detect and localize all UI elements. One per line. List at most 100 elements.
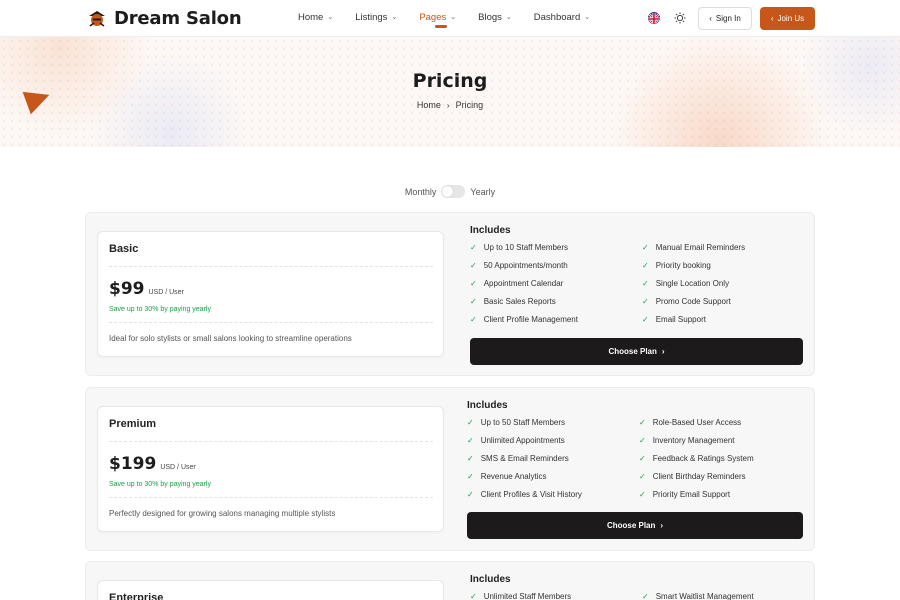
divider xyxy=(109,266,433,267)
switch-knob xyxy=(442,186,454,197)
nav-item-listings[interactable]: Listings ⌄ xyxy=(355,0,397,34)
main-nav: Home ⌄ Listings ⌄ Pages ⌄ Blogs ⌄ Dashboard ⌄ xyxy=(298,0,612,34)
plan-price: $199 xyxy=(109,454,157,474)
feature-label: Manual Email Reminders xyxy=(655,243,746,252)
check-icon: ✓ xyxy=(642,592,649,600)
plan-description: Ideal for solo stylists or small salons … xyxy=(109,334,352,343)
nav-item-home[interactable]: Home ⌄ xyxy=(298,0,333,34)
feature-item: ✓ Unlimited Staff Members xyxy=(470,592,571,600)
save-note: Save up to 30% by paying yearly xyxy=(109,306,211,313)
plan-price: $99 xyxy=(109,279,145,299)
check-icon: ✓ xyxy=(642,261,649,270)
feature-item: ✓ Basic Sales Reports xyxy=(470,297,556,306)
plan-basic: Basic $99 USD / User Save up to 30% by p… xyxy=(85,212,815,376)
nav-label: Blogs xyxy=(478,11,502,23)
feature-label: Role-Based User Access xyxy=(652,418,742,427)
nav-item-dashboard[interactable]: Dashboard ⌄ xyxy=(534,0,590,34)
salon-logo-icon xyxy=(86,7,108,29)
plan-premium: Premium $199 USD / User Save up to 30% b… xyxy=(85,387,815,551)
check-icon: ✓ xyxy=(642,279,649,288)
feature-label: Client Profiles & Visit History xyxy=(480,490,582,499)
billing-switch[interactable] xyxy=(441,185,466,198)
plan-enterprise: Enterprise Includes ✓ Unlimited Staff Mem… xyxy=(85,561,815,600)
sun-icon[interactable] xyxy=(673,11,687,25)
brand-name: Dream Salon xyxy=(114,7,242,29)
plan-card: Basic $99 USD / User Save up to 30% by p… xyxy=(97,231,444,357)
chevron-right-icon: › xyxy=(661,347,665,356)
feature-item: ✓ SMS & Email Reminders xyxy=(467,454,569,463)
price-unit: USD / User xyxy=(160,464,196,471)
breadcrumb: Home › Pricing xyxy=(0,100,900,110)
feature-label: Up to 50 Staff Members xyxy=(480,418,566,427)
plan-name: Basic xyxy=(109,243,139,255)
check-icon: ✓ xyxy=(470,297,477,306)
monthly-label[interactable]: Monthly xyxy=(405,187,437,197)
check-icon: ✓ xyxy=(470,279,477,288)
check-icon: ✓ xyxy=(639,490,646,499)
sign-in-button[interactable]: ‹ Sign In xyxy=(698,7,752,30)
divider xyxy=(109,441,433,442)
uk-flag-icon[interactable] xyxy=(648,12,660,24)
feature-item: ✓ Priority Email Support xyxy=(639,490,730,499)
join-us-button[interactable]: ‹ Join Us xyxy=(760,7,815,30)
feature-item: ✓ Up to 10 Staff Members xyxy=(470,243,568,252)
chevron-down-icon: ⌄ xyxy=(584,14,591,21)
check-icon: ✓ xyxy=(639,418,646,427)
price-row: $99 USD / User xyxy=(109,279,184,299)
check-icon: ✓ xyxy=(470,243,477,252)
feature-label: Email Support xyxy=(655,315,706,324)
feature-label: Smart Waitlist Management xyxy=(655,592,754,600)
billing-toggle: Monthly Yearly xyxy=(0,185,900,198)
plan-name: Enterprise xyxy=(109,592,164,600)
feature-label: Basic Sales Reports xyxy=(483,297,556,306)
chevron-right-icon: › xyxy=(660,521,664,530)
nav-item-pages[interactable]: Pages ⌄ xyxy=(419,0,456,34)
check-icon: ✓ xyxy=(470,261,477,270)
page-banner: Pricing Home › Pricing xyxy=(0,37,900,147)
feature-label: Unlimited Staff Members xyxy=(483,592,572,600)
feature-label: Promo Code Support xyxy=(655,297,731,306)
choose-plan-button[interactable]: Choose Plan › xyxy=(467,512,803,539)
check-icon: ✓ xyxy=(467,418,474,427)
feature-item: ✓ Single Location Only xyxy=(642,279,729,288)
plan-card: Premium $199 USD / User Save up to 30% b… xyxy=(97,406,444,532)
feature-label: Feedback & Ratings System xyxy=(652,454,754,463)
feature-item: ✓ Email Support xyxy=(642,315,706,324)
feature-item: ✓ Client Profiles & Visit History xyxy=(467,490,582,499)
chevron-down-icon: ⌄ xyxy=(327,14,334,21)
chevron-left-icon: ‹ xyxy=(709,14,712,23)
feature-label: Revenue Analytics xyxy=(480,472,547,481)
divider xyxy=(109,322,433,323)
check-icon: ✓ xyxy=(642,315,649,324)
chevron-down-icon: ⌄ xyxy=(450,14,457,21)
includes-heading: Includes xyxy=(470,574,511,585)
divider xyxy=(109,497,433,498)
save-note: Save up to 30% by paying yearly xyxy=(109,481,211,488)
breadcrumb-home[interactable]: Home xyxy=(417,100,441,110)
price-row: $199 USD / User xyxy=(109,454,196,474)
choose-plan-button[interactable]: Choose Plan › xyxy=(470,338,803,365)
plan-description: Perfectly designed for growing salons ma… xyxy=(109,509,336,518)
feature-item: ✓ Smart Waitlist Management xyxy=(642,592,754,600)
feature-label: Client Profile Management xyxy=(483,315,578,324)
feature-item: ✓ Manual Email Reminders xyxy=(642,243,745,252)
feature-item: ✓ Revenue Analytics xyxy=(467,472,547,481)
feature-item: ✓ Feedback & Ratings System xyxy=(639,454,754,463)
includes-heading: Includes xyxy=(470,225,511,236)
feature-label: 50 Appointments/month xyxy=(483,261,568,270)
feature-label: Priority Email Support xyxy=(652,490,731,499)
check-icon: ✓ xyxy=(467,436,474,445)
check-icon: ✓ xyxy=(639,454,646,463)
check-icon: ✓ xyxy=(642,297,649,306)
check-icon: ✓ xyxy=(470,315,477,324)
nav-label: Dashboard xyxy=(533,11,581,23)
nav-label: Listings xyxy=(355,11,388,23)
feature-item: ✓ 50 Appointments/month xyxy=(470,261,568,270)
nav-item-blogs[interactable]: Blogs ⌄ xyxy=(478,0,512,34)
nav-label: Home xyxy=(298,11,324,23)
yearly-label[interactable]: Yearly xyxy=(470,187,495,197)
price-unit: USD / User xyxy=(148,289,184,296)
chevron-left-icon: ‹ xyxy=(770,14,774,23)
logo[interactable]: Dream Salon xyxy=(86,6,242,30)
cta-label: Choose Plan xyxy=(608,347,657,356)
